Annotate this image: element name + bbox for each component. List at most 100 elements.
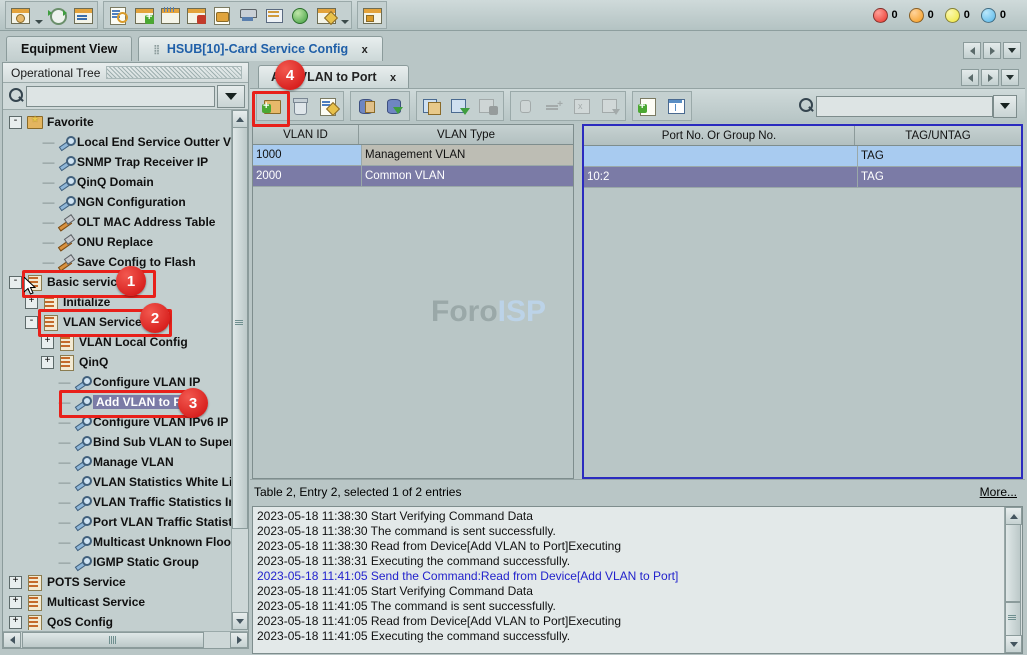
tab-scroll-right-button[interactable]	[983, 42, 1001, 59]
tree-scrollbar-thumb[interactable]	[232, 127, 248, 529]
log-vertical-scrollbar[interactable]	[1004, 507, 1022, 653]
column-header-vlan-type[interactable]: VLAN Type	[359, 125, 573, 144]
tree-item-local-end-service-outter-vlan[interactable]: —Local End Service Outter VLAN	[3, 132, 232, 152]
content-search-dropdown-icon[interactable]	[993, 95, 1017, 118]
apply-config-button[interactable]	[446, 93, 474, 119]
collapse-icon[interactable]: -	[9, 276, 22, 289]
tree-item-vlan-local-config[interactable]: +VLAN Local Config	[3, 332, 232, 352]
tree-item-snmp-trap-receiver-ip[interactable]: —SNMP Trap Receiver IP	[3, 152, 232, 172]
port-table[interactable]: Port No. Or Group No. TAG/UNTAG TAG 10:2…	[582, 124, 1023, 479]
tab-card-service-config[interactable]: ⣿ HSUB[10]-Card Service Config x	[138, 36, 382, 61]
tree-item-favorite[interactable]: -Favorite	[3, 112, 232, 132]
tree-search-dropdown-icon[interactable]	[217, 85, 245, 108]
expand-icon[interactable]: +	[25, 296, 38, 309]
minor-alarm-orb[interactable]	[945, 8, 960, 23]
tree-item-onu-replace[interactable]: —ONU Replace	[3, 232, 232, 252]
tree-item-olt-mac-address-table[interactable]: —OLT MAC Address Table	[3, 212, 232, 232]
column-header-tag-untag[interactable]: TAG/UNTAG	[855, 126, 1021, 145]
import-data-button[interactable]	[596, 93, 624, 119]
copy-config-button[interactable]	[418, 93, 446, 119]
tree-search-input[interactable]	[26, 86, 215, 107]
tree-item-qinq[interactable]: +QinQ	[3, 352, 232, 372]
tree-item-multicast-unknown-flood[interactable]: —Multicast Unknown Flood	[3, 532, 232, 552]
search-icon[interactable]	[796, 96, 816, 116]
expand-icon[interactable]: +	[9, 596, 22, 609]
network-globe-icon[interactable]	[288, 3, 312, 27]
tree-scroll-right-button[interactable]	[230, 632, 248, 648]
authorize-icon[interactable]	[106, 3, 130, 27]
alarm-icon[interactable]	[210, 3, 234, 27]
delete-card-icon[interactable]	[184, 3, 208, 27]
tab-list-dropdown-button[interactable]	[1003, 42, 1021, 59]
log-scrollbar-thumb[interactable]	[1005, 524, 1021, 602]
panel-drag-grip[interactable]	[106, 66, 242, 79]
tree-vertical-scrollbar[interactable]	[231, 110, 248, 630]
tree-item-vlan-service[interactable]: -VLAN Service	[3, 312, 232, 332]
rack-icon[interactable]	[236, 3, 260, 27]
close-icon[interactable]: x	[390, 72, 396, 84]
tree-scroll-down-button[interactable]	[232, 612, 248, 630]
table-row[interactable]: 2000 Common VLAN	[253, 166, 573, 187]
new-document-button[interactable]	[634, 93, 662, 119]
critical-alarm-orb[interactable]	[873, 8, 888, 23]
tree-item-save-config-to-flash[interactable]: —Save Config to Flash	[3, 252, 232, 272]
tree-item-qos-config[interactable]: +QoS Config	[3, 612, 232, 630]
modify-entry-button[interactable]	[314, 93, 342, 119]
log-scrollbar-thumb-lower[interactable]	[1005, 602, 1021, 638]
batch-add-button[interactable]: +	[540, 93, 568, 119]
read-from-device-button[interactable]	[352, 93, 380, 119]
tree-item-multicast-service[interactable]: +Multicast Service	[3, 592, 232, 612]
tree-horizontal-scrollbar[interactable]	[3, 631, 248, 648]
warning-alarm-orb[interactable]	[981, 8, 996, 23]
report-dropdown-icon[interactable]	[339, 0, 350, 31]
add-card-icon[interactable]	[132, 3, 156, 27]
topology-dropdown-icon[interactable]	[33, 0, 44, 31]
content-tab-scroll-left-button[interactable]	[961, 69, 979, 86]
export-excel-button[interactable]: x	[568, 93, 596, 119]
tree-item-bind-sub-vlan-to-super-vl[interactable]: —Bind Sub VLAN to Super VL	[3, 432, 232, 452]
expand-icon[interactable]: +	[9, 576, 22, 589]
expand-icon[interactable]: +	[41, 336, 54, 349]
tab-equipment-view[interactable]: Equipment View	[6, 36, 132, 61]
tree-item-ngn-configuration[interactable]: —NGN Configuration	[3, 192, 232, 212]
remove-config-button[interactable]	[474, 93, 502, 119]
tree-item-qinq-domain[interactable]: —QinQ Domain	[3, 172, 232, 192]
card-config-icon[interactable]	[158, 3, 182, 27]
tree-scroll-left-button[interactable]	[3, 632, 21, 648]
tree-item-igmp-static-group[interactable]: —IGMP Static Group	[3, 552, 232, 572]
collapse-icon[interactable]: -	[25, 316, 38, 329]
expand-icon[interactable]: +	[41, 356, 54, 369]
add-entry-button[interactable]	[258, 93, 286, 119]
table-row[interactable]: 1000 Management VLAN	[253, 145, 573, 166]
content-tab-list-dropdown-button[interactable]	[1001, 69, 1019, 86]
table-row[interactable]: 10:2 TAG	[584, 167, 1021, 188]
vlan-table[interactable]: VLAN ID VLAN Type 1000 Management VLAN 2…	[252, 124, 574, 479]
device-list-icon[interactable]	[71, 3, 95, 27]
expand-icon[interactable]: +	[9, 616, 22, 629]
window-list-icon[interactable]	[360, 3, 384, 27]
tree-hscrollbar-thumb[interactable]	[22, 632, 204, 648]
log-scroll-up-button[interactable]	[1005, 507, 1022, 525]
more-link[interactable]: More...	[980, 485, 1017, 499]
delete-entry-button[interactable]	[286, 93, 314, 119]
batch-select-button[interactable]	[512, 93, 540, 119]
timer-task-icon[interactable]	[45, 3, 69, 27]
operational-tree[interactable]: -Favorite—Local End Service Outter VLAN—…	[3, 110, 232, 630]
tree-item-vlan-traffic-statistics-info[interactable]: —VLAN Traffic Statistics Info	[3, 492, 232, 512]
board-icon[interactable]	[262, 3, 286, 27]
table-view-button[interactable]	[662, 93, 690, 119]
tree-item-vlan-statistics-white-list[interactable]: —VLAN Statistics White List	[3, 472, 232, 492]
major-alarm-orb[interactable]	[909, 8, 924, 23]
tree-item-manage-vlan[interactable]: —Manage VLAN	[3, 452, 232, 472]
close-icon[interactable]: x	[362, 44, 368, 56]
content-tab-scroll-right-button[interactable]	[981, 69, 999, 86]
tree-item-port-vlan-traffic-statistics[interactable]: —Port VLAN Traffic Statistics	[3, 512, 232, 532]
content-search-input[interactable]	[816, 96, 993, 117]
collapse-icon[interactable]: -	[9, 116, 22, 129]
search-icon[interactable]	[6, 86, 26, 106]
tree-item-pots-service[interactable]: +POTS Service	[3, 572, 232, 592]
tab-scroll-left-button[interactable]	[963, 42, 981, 59]
report-icon[interactable]	[314, 3, 338, 27]
write-to-device-button[interactable]	[380, 93, 408, 119]
tree-scroll-up-button[interactable]	[232, 110, 248, 128]
